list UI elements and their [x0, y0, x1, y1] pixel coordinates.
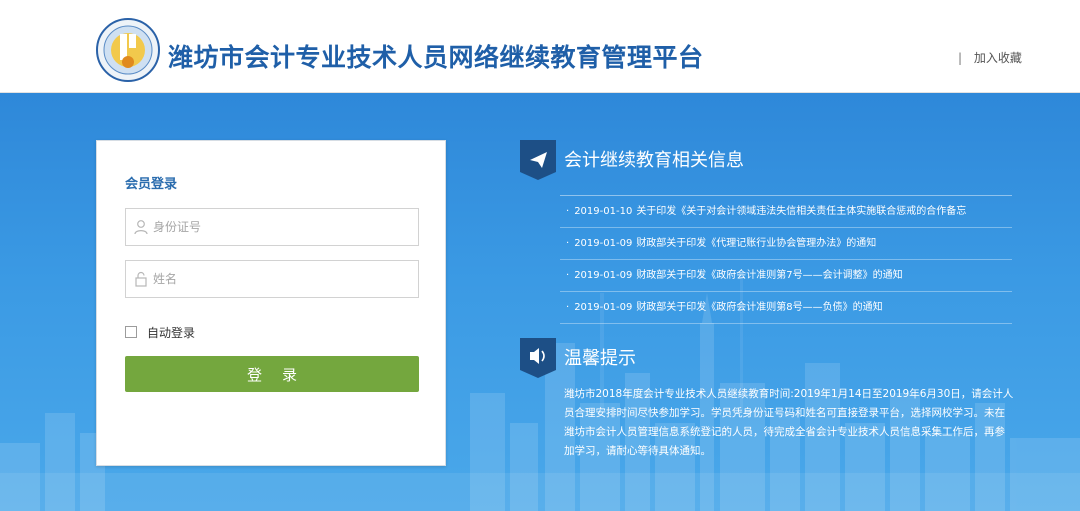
news-date: 2019-01-09	[574, 270, 633, 281]
news-item[interactable]: · 2019-01-09 财政部关于印发《代理记账行业协会管理办法》的通知	[560, 228, 1012, 260]
news-bullet: ·	[566, 238, 570, 249]
news-title[interactable]: 财政部关于印发《代理记账行业协会管理办法》的通知	[636, 238, 876, 249]
accounting-association-seal-icon[interactable]	[96, 18, 160, 82]
paper-plane-icon	[520, 140, 556, 180]
auto-login-label[interactable]: 自动登录	[147, 324, 195, 341]
news-item[interactable]: · 2019-01-10 关于印发《关于对会计领域违法失信相关责任主体实施联合惩戒的…	[560, 196, 1012, 228]
news-title[interactable]: 关于印发《关于对会计领域违法失信相关责任主体实施联合惩戒的合作备忘	[636, 206, 966, 217]
news-date: 2019-01-09	[574, 238, 633, 249]
auto-login-checkbox[interactable]	[125, 326, 137, 338]
auto-login-row: 自动登录	[125, 324, 195, 340]
site-header: 潍坊市会计专业技术人员网络继续教育管理平台 | 加入收藏	[0, 0, 1080, 93]
favorite-area: | 加入收藏	[958, 49, 1022, 66]
news-title[interactable]: 财政部关于印发《政府会计准则第8号——负债》的通知	[636, 302, 882, 313]
news-item[interactable]: · 2019-01-09 财政部关于印发《政府会计准则第8号——负债》的通知	[560, 292, 1012, 324]
news-section-header: 会计继续教育相关信息	[520, 140, 1010, 180]
login-title: 会员登录	[125, 177, 178, 192]
news-bullet: ·	[566, 206, 570, 217]
lock-icon	[135, 271, 147, 287]
news-section-title: 会计继续教育相关信息	[564, 150, 744, 171]
favorite-separator: |	[958, 51, 963, 65]
id-number-input[interactable]	[153, 209, 413, 245]
add-favorite-link[interactable]: 加入收藏	[974, 51, 1022, 65]
news-bullet: ·	[566, 270, 570, 281]
news-item[interactable]: · 2019-01-09 财政部关于印发《政府会计准则第7号——会计调整》的通知	[560, 260, 1012, 292]
news-date: 2019-01-09	[574, 302, 633, 313]
site-title: 潍坊市会计专业技术人员网络继续教育管理平台	[168, 43, 704, 72]
speaker-icon	[520, 338, 556, 378]
id-number-field[interactable]	[125, 208, 419, 246]
news-title[interactable]: 财政部关于印发《政府会计准则第7号——会计调整》的通知	[636, 270, 902, 281]
news-date: 2019-01-10	[574, 206, 633, 217]
name-input[interactable]	[153, 261, 413, 297]
tips-text: 潍坊市2018年度会计专业技术人员继续教育时间:2019年1月14日至2019年…	[564, 388, 1014, 457]
user-icon	[134, 220, 148, 235]
tips-section-header: 温馨提示	[520, 338, 1010, 378]
login-button[interactable]: 登录	[125, 356, 419, 392]
news-list: · 2019-01-10 关于印发《关于对会计领域违法失信相关责任主体实施联合惩戒的…	[560, 196, 1012, 324]
tips-section-title: 温馨提示	[564, 348, 636, 369]
name-field[interactable]	[125, 260, 419, 298]
login-card: 会员登录 自动登录 登录	[96, 140, 446, 466]
news-bullet: ·	[566, 302, 570, 313]
